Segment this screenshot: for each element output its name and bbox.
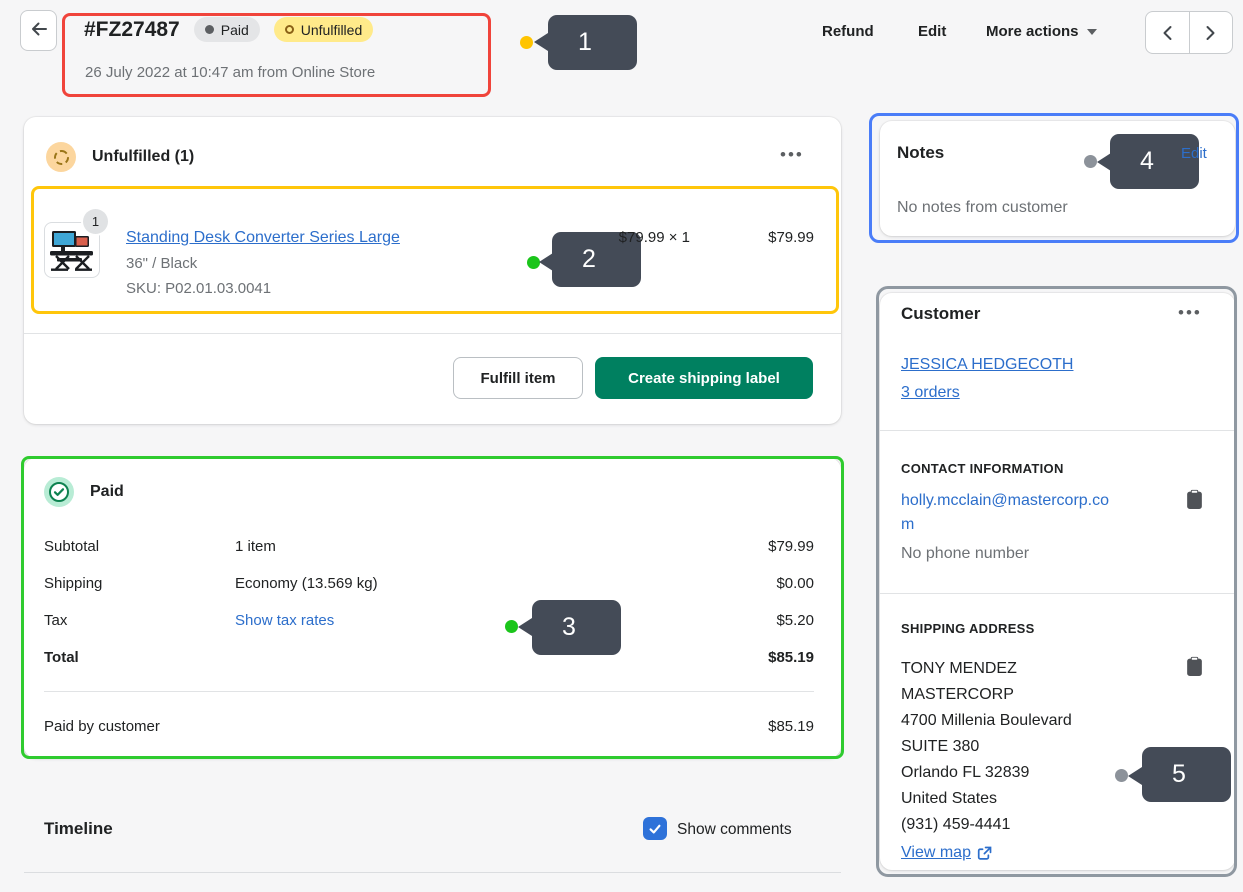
refund-button[interactable]: Refund [822,23,874,40]
product-link[interactable]: Standing Desk Converter Series Large [126,229,400,247]
view-map-label: View map [901,844,971,862]
callout-1-dot [520,36,533,49]
paid-by-customer-label: Paid by customer [44,718,160,735]
more-actions-button[interactable]: More actions [986,23,1097,40]
chevron-right-icon [1205,25,1216,41]
show-tax-rates-link[interactable]: Show tax rates [235,612,334,629]
payment-row-shipping-detail: Economy (13.569 kg) [235,575,378,592]
fulfill-item-button[interactable]: Fulfill item [453,357,583,399]
unfulfilled-dashed-circle-icon [46,142,76,172]
notes-title: Notes [897,143,944,163]
address-phone: (931) 459-4441 [901,812,1072,838]
email-line-2: m [901,513,1109,537]
payment-card: Paid Subtotal 1 item $79.99 Shipping Eco… [24,458,841,758]
back-arrow-icon [29,19,49,42]
more-actions-label: More actions [986,23,1079,40]
unfulfilled-ring-icon [285,25,294,34]
next-order-button[interactable] [1190,12,1233,53]
paid-badge-label: Paid [221,22,249,38]
previous-order-button[interactable] [1146,12,1190,53]
show-comments-checkbox[interactable] [643,817,667,840]
item-price-quantity: $79.99 × 1 [560,229,690,246]
shipping-address-heading: SHIPPING ADDRESS [901,621,1035,636]
no-phone-text: No phone number [901,545,1029,563]
address-suite: SUITE 380 [901,734,1072,760]
customer-card: Customer ••• JESSICA HEDGECOTH 3 orders … [880,293,1235,870]
notes-edit-link[interactable]: Edit [1181,145,1207,162]
paid-by-customer-amount: $85.19 [714,718,814,735]
address-city: Orlando FL 32839 [901,760,1072,786]
order-pager [1145,11,1233,54]
paid-dot-icon [205,25,214,34]
order-detail-page: #FZ27487 Paid Unfulfilled 26 July 2022 a… [0,0,1243,892]
payment-divider [44,691,814,692]
notes-empty-text: No notes from customer [897,199,1068,217]
customer-divider-2 [880,593,1235,594]
customer-title: Customer [901,304,980,324]
customer-email-link[interactable]: holly.mcclain@mastercorp.co m [901,489,1109,537]
copy-address-icon[interactable] [1186,656,1203,681]
payment-card-title: Paid [90,483,124,501]
customer-orders-link[interactable]: 3 orders [901,384,960,402]
payment-row-tax-amount: $5.20 [714,612,814,629]
order-title-row: #FZ27487 Paid Unfulfilled [84,17,373,42]
product-sku: SKU: P02.01.03.0041 [126,280,271,297]
page-title: #FZ27487 [84,18,180,42]
back-button[interactable] [20,10,57,51]
contact-information-heading: CONTACT INFORMATION [901,461,1064,476]
item-line-total: $79.99 [744,229,814,246]
address-country: United States [901,786,1072,812]
customer-more-options-button[interactable]: ••• [1172,302,1208,324]
quantity-badge: 1 [83,209,108,234]
timeline-divider [24,872,841,873]
paid-check-icon [44,477,74,507]
unfulfilled-status-badge: Unfulfilled [274,17,373,42]
address-street: 4700 Millenia Boulevard [901,708,1072,734]
copy-email-icon[interactable] [1186,489,1203,514]
unfulfilled-badge-label: Unfulfilled [301,22,362,38]
order-date: 26 July 2022 at 10:47 am from Online Sto… [85,64,375,81]
customer-name-link[interactable]: JESSICA HEDGECOTH [901,356,1073,374]
chevron-left-icon [1162,25,1173,41]
address-name: TONY MENDEZ [901,656,1072,682]
callout-1-arrow [534,33,548,51]
show-comments-label: Show comments [677,821,792,839]
edit-button[interactable]: Edit [918,23,946,40]
payment-row-subtotal-amount: $79.99 [714,538,814,555]
payment-row-shipping-amount: $0.00 [714,575,814,592]
payment-row-subtotal-detail: 1 item [235,538,276,555]
paid-status-badge: Paid [194,17,260,42]
address-company: MASTERCORP [901,682,1072,708]
fulfillment-divider [24,333,841,334]
payment-row-total-label: Total [44,649,79,666]
email-line-1: holly.mcclain@mastercorp.co [901,489,1109,513]
payment-row-tax-label: Tax [44,612,67,629]
product-variant: 36" / Black [126,255,197,272]
view-map-link[interactable]: View map [901,844,992,862]
fulfillment-card-title: Unfulfilled (1) [92,148,194,166]
fulfillment-more-options-button[interactable]: ••• [774,144,810,166]
external-link-icon [977,846,992,861]
shipping-address-block: TONY MENDEZ MASTERCORP 4700 Millenia Bou… [901,656,1072,838]
customer-divider-1 [880,430,1235,431]
payment-row-shipping-label: Shipping [44,575,102,592]
callout-1: 1 [548,15,637,70]
payment-row-total-amount: $85.19 [714,649,814,666]
check-icon [648,822,662,836]
chevron-down-icon [1087,29,1097,35]
payment-row-subtotal-label: Subtotal [44,538,99,555]
create-shipping-label-button[interactable]: Create shipping label [595,357,813,399]
notes-card: Notes Edit No notes from customer [880,121,1235,236]
timeline-title: Timeline [44,819,113,839]
